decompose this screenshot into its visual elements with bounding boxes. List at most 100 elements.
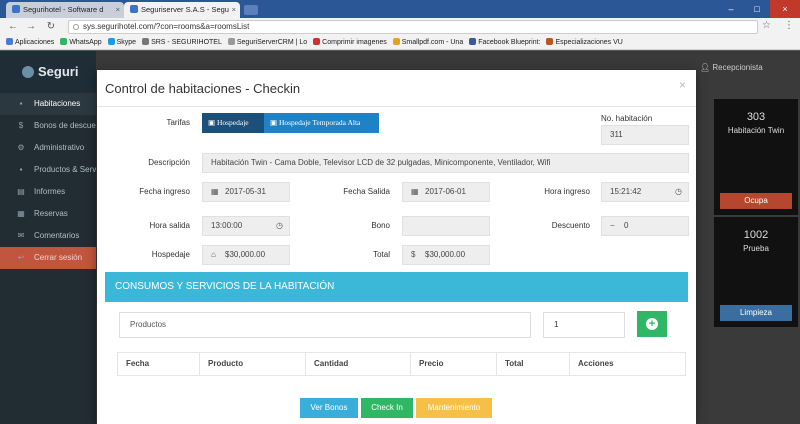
- fecha-ingreso-value: 2017-05-31: [225, 187, 266, 196]
- bookmark-label: Smallpdf.com - Una: [401, 39, 464, 46]
- hora-ingreso-value: 15:21:42: [610, 187, 642, 196]
- minimize-window-icon[interactable]: –: [718, 0, 744, 18]
- hora-salida-input[interactable]: 13:00:00 ◷: [202, 216, 290, 236]
- bookmark-label: SRS - SEGURIHOTEL: [151, 39, 222, 46]
- bookmark-star-icon[interactable]: ☆: [762, 20, 771, 31]
- modal-divider: [97, 106, 696, 107]
- room-card[interactable]: 303 Habitación Twin Ocupa: [714, 99, 798, 215]
- room-card[interactable]: 1002 Prueba Limpieza: [714, 217, 798, 327]
- sidebar-item[interactable]: ▤ Informes: [0, 181, 96, 203]
- add-product-button[interactable]: +: [637, 311, 667, 337]
- descuento-input[interactable]: −0: [601, 216, 689, 236]
- hora-ingreso-label: Hora ingreso: [544, 187, 590, 196]
- bookmark-label: Especializaciones VU: [555, 39, 623, 46]
- user-icon: 👤︎: [700, 63, 713, 72]
- close-tab-icon[interactable]: ×: [116, 2, 120, 18]
- sidebar-item[interactable]: ▦ Reservas: [0, 203, 96, 225]
- bookmark-item[interactable]: SeguriServerCRM | Lo: [227, 36, 307, 49]
- total-value: $30,000.00: [425, 250, 466, 259]
- bookmark-item[interactable]: Skype: [107, 36, 136, 49]
- table-header-cell: Fecha: [118, 353, 200, 375]
- sidebar-item[interactable]: ⚙ Administrativo: [0, 137, 96, 159]
- bookmark-favicon-icon: [107, 38, 115, 45]
- tarifa-temporada-alta-button[interactable]: ▣ Hospedaje Temporada Alta: [264, 113, 379, 133]
- calendar-icon: ▦: [411, 187, 419, 196]
- logo-text: Seguri: [38, 64, 79, 79]
- mantenimiento-button[interactable]: Mantenimiento: [416, 398, 492, 418]
- sidebar-item[interactable]: ▪ Habitaciones: [0, 93, 96, 115]
- sidebar-item[interactable]: ✉ Comentarios: [0, 225, 96, 247]
- bookmark-label: Comprimir imagenes: [322, 39, 387, 46]
- browser-address-bar: ← → ↻ sys.segurihotel.com/?con=rooms&a=r…: [0, 18, 800, 36]
- fecha-salida-value: 2017-06-01: [425, 187, 466, 196]
- no-habitacion-label: No. habitación: [601, 114, 653, 123]
- fecha-salida-input[interactable]: ▦ 2017-06-01: [402, 182, 490, 202]
- bono-input[interactable]: [402, 216, 490, 236]
- hospedaje-value: $30,000.00: [225, 250, 266, 259]
- browser-menu-icon[interactable]: ⋮: [784, 20, 794, 31]
- reload-icon[interactable]: ↻: [44, 20, 58, 34]
- plus-icon: +: [646, 318, 658, 330]
- close-modal-icon[interactable]: ×: [679, 78, 686, 92]
- bookmark-item[interactable]: Smallpdf.com - Una: [392, 36, 464, 49]
- bookmarks-bar: Aplicaciones WhatsApp Skype SRS - SEGURIHOT…: [0, 36, 800, 50]
- dollar-icon: $: [18, 121, 24, 130]
- close-tab-icon[interactable]: ×: [232, 2, 236, 18]
- bookmark-item[interactable]: Comprimir imagenes: [313, 36, 387, 49]
- sidebar-item-label: Bonos de descuento: [34, 121, 96, 130]
- hora-salida-label: Hora salida: [149, 221, 190, 230]
- consumos-table-header: Fecha Producto Cantidad Precio Total Acciones: [117, 352, 686, 376]
- close-window-icon[interactable]: ×: [770, 0, 800, 18]
- new-tab-button[interactable]: [244, 5, 258, 15]
- sidebar-item[interactable]: ↩ Cerrar sesión: [0, 247, 96, 269]
- fecha-salida-label: Fecha Salida: [343, 187, 390, 196]
- bookmark-item[interactable]: Especializaciones VU: [546, 36, 623, 49]
- browser-tab-bar: Segurihotel - Software d × Seguriserver S…: [0, 0, 800, 18]
- productos-input[interactable]: Productos: [119, 312, 531, 338]
- bookmark-item[interactable]: WhatsApp: [60, 36, 102, 49]
- bookmark-favicon-icon: [313, 38, 321, 45]
- sidebar-item[interactable]: $ Bonos de descuento: [0, 115, 96, 137]
- table-header-cell: Producto: [200, 353, 306, 375]
- browser-tab-seguriserver[interactable]: Seguriserver S.A.S - Segu ×: [124, 2, 240, 18]
- tarifa-hospedaje-button[interactable]: ▣ Hospedaje: [202, 113, 264, 133]
- room-status-badge[interactable]: Limpieza: [720, 305, 792, 321]
- bookmark-item[interactable]: Aplicaciones: [6, 36, 55, 49]
- sidebar-menu: ▪ Habitaciones $ Bonos de descuento ⚙ Adminis…: [0, 93, 96, 269]
- back-arrow-icon[interactable]: ←: [6, 20, 20, 34]
- fecha-ingreso-input[interactable]: ▦ 2017-05-31: [202, 182, 290, 202]
- hospedaje-field: ⌂ $30,000.00: [202, 245, 290, 265]
- check-in-button[interactable]: Check In: [361, 398, 413, 418]
- descripcion-field: Habitación Twin - Cama Doble, Televisor …: [202, 153, 689, 173]
- ver-bonos-button[interactable]: Ver Bonos: [300, 398, 358, 418]
- room-status-badge[interactable]: Ocupa: [720, 193, 792, 209]
- bookmark-favicon-icon: [469, 38, 477, 45]
- browser-tab-segurihotel[interactable]: Segurihotel - Software d ×: [6, 2, 124, 18]
- bookmark-label: WhatsApp: [69, 39, 102, 46]
- cantidad-input[interactable]: 1: [543, 312, 625, 338]
- bookmark-item[interactable]: Facebook Blueprint:: [469, 36, 540, 49]
- logout-icon: ↩: [17, 253, 25, 262]
- calendar-icon: ▦: [17, 209, 25, 218]
- site-info-icon[interactable]: [73, 24, 79, 30]
- table-header-cell: Cantidad: [306, 353, 411, 375]
- sidebar-item-label: Cerrar sesión: [34, 253, 83, 262]
- sidebar-item-label: Informes: [34, 187, 66, 196]
- maximize-window-icon[interactable]: □: [744, 0, 770, 18]
- forward-arrow-icon[interactable]: →: [24, 20, 38, 34]
- calendar-icon: ▦: [211, 187, 219, 196]
- sidebar-item-label: Reservas: [34, 209, 68, 218]
- sidebar-item-label: Administrativo: [34, 143, 85, 152]
- hora-ingreso-input[interactable]: 15:21:42 ◷: [601, 182, 689, 202]
- bookmark-item[interactable]: SRS - SEGURIHOTEL: [142, 36, 222, 49]
- modal-title: Control de habitaciones - Checkin: [105, 81, 301, 96]
- bookmark-label: Aplicaciones: [15, 39, 55, 46]
- sidebar-item[interactable]: ▪ Productos & Servicios: [0, 159, 96, 181]
- sidebar-item-label: Comentarios: [34, 231, 80, 240]
- app-logo[interactable]: Seguri: [0, 51, 96, 93]
- tarifas-label: Tarifas: [166, 118, 190, 127]
- fecha-ingreso-label: Fecha ingreso: [139, 187, 190, 196]
- url-input[interactable]: sys.segurihotel.com/?con=rooms&a=roomsLi…: [68, 20, 758, 34]
- user-menu[interactable]: 👤︎ Recepcionista: [700, 63, 763, 72]
- browser-tab-label: Segurihotel - Software d: [23, 5, 104, 14]
